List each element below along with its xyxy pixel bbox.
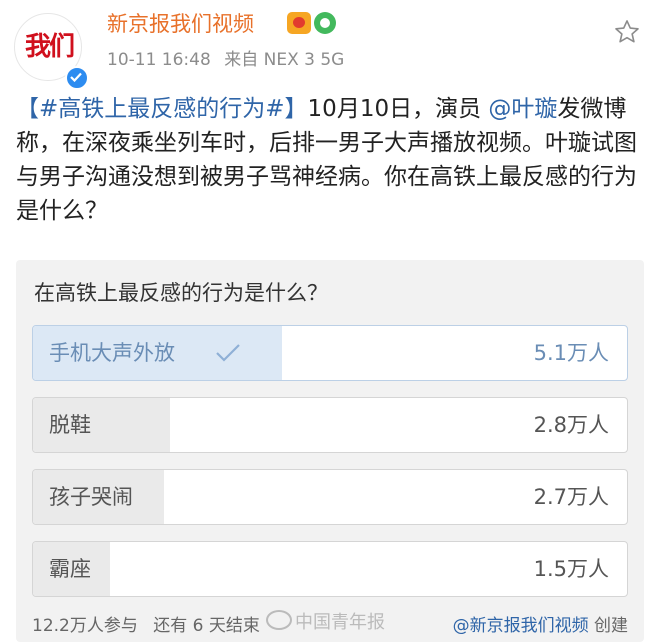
membership-icon	[314, 12, 336, 34]
poll-option-label: 手机大声外放	[49, 341, 175, 365]
check-icon	[215, 342, 241, 368]
user-badges	[287, 12, 336, 36]
poll-time-left: 还有 6 天结束	[153, 616, 260, 636]
star-icon[interactable]	[613, 18, 641, 50]
creator-suffix: 创建	[588, 616, 628, 636]
poll-option-count: 2.7万人	[533, 485, 609, 509]
poll-option-label: 霸座	[49, 557, 91, 581]
hashtag-link[interactable]: 【#高铁上最反感的行为#】	[16, 96, 308, 122]
post-source: 来自 NEX 3 5G	[224, 50, 345, 70]
mention-link[interactable]: @叶璇	[488, 96, 557, 122]
poll-card: 在高铁上最反感的行为是什么？ 手机大声外放 5.1万人 脱鞋 2.8万人 孩子哭…	[16, 260, 644, 642]
watermark: 中国青年报	[266, 610, 385, 636]
poll-participants: 12.2万人参与	[32, 616, 138, 636]
post-text-part: 10月10日，演员	[307, 96, 482, 122]
poll-option-label: 孩子哭闹	[49, 485, 133, 509]
avatar-logo: 我们	[24, 32, 75, 62]
poll-creator: @新京报我们视频 创建	[453, 614, 628, 638]
watermark-text: 中国青年报	[295, 612, 385, 633]
post-text: 【#高铁上最反感的行为#】10月10日，演员 @叶璇发微博称，在深夜乘坐列车时，…	[16, 92, 648, 228]
post-time: 10-11 16:48	[107, 50, 211, 70]
poll-question: 在高铁上最反感的行为是什么？	[34, 281, 328, 305]
avatar[interactable]: 我们	[14, 13, 89, 90]
poll-option-count: 5.1万人	[533, 341, 609, 365]
weibo-icon	[266, 610, 292, 630]
creator-name: 新京报我们视频	[469, 616, 589, 636]
poll-option[interactable]: 手机大声外放 5.1万人	[32, 325, 628, 381]
poll-option[interactable]: 孩子哭闹 2.7万人	[32, 469, 628, 525]
creator-at: @	[452, 616, 470, 636]
creator-link[interactable]: @新京报我们视频	[453, 616, 589, 636]
poll-option-count: 1.5万人	[533, 557, 609, 581]
verified-check-icon	[65, 66, 89, 90]
poll-option[interactable]: 脱鞋 2.8万人	[32, 397, 628, 453]
post-meta: 10-11 16:48 来自 NEX 3 5G	[107, 48, 352, 72]
poll-option-count: 2.8万人	[533, 413, 609, 437]
username[interactable]: 新京报我们视频	[107, 10, 254, 38]
poll-option[interactable]: 霸座 1.5万人	[32, 541, 628, 597]
vip-icon	[287, 12, 311, 34]
poll-option-label: 脱鞋	[49, 413, 91, 437]
